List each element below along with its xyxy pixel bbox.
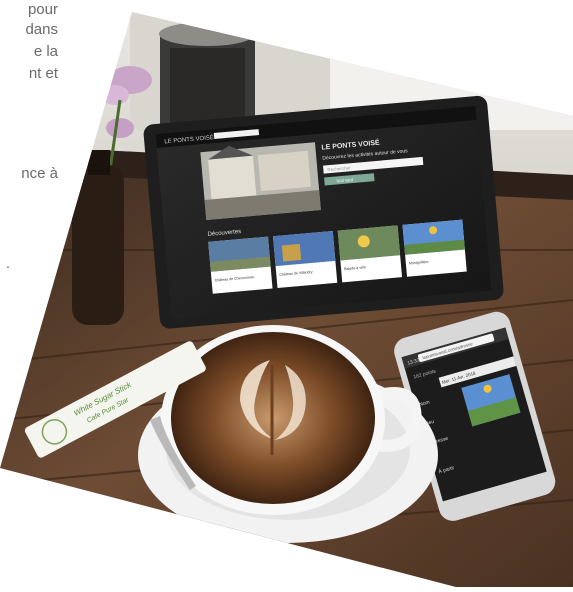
tablet-card[interactable]: Château de Villandry: [272, 231, 338, 289]
tablet-card[interactable]: Château de Chenonceau: [208, 236, 273, 294]
bottle-object: [72, 150, 124, 325]
tablet-card[interactable]: Balade à vélo: [337, 225, 403, 283]
tablet-device: LE PONTS VOISÉ LE PONTS VOISÉ Découvrez …: [143, 95, 504, 329]
tablet-card[interactable]: Montgolfière: [402, 219, 467, 277]
product-photo: LE PONTS VOISÉ LE PONTS VOISÉ Découvrez …: [0, 0, 573, 587]
